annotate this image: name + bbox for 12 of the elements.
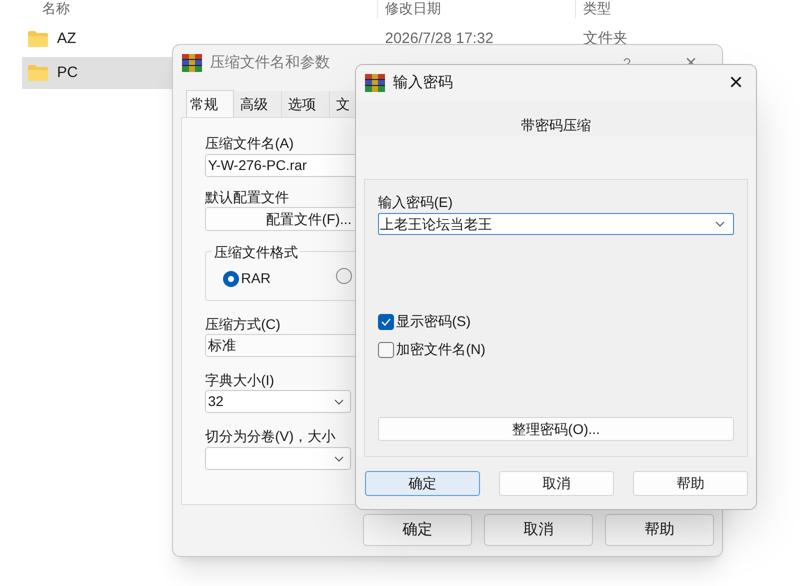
- file-name: AZ: [57, 28, 76, 49]
- field-label: 输入密码(E): [378, 193, 453, 211]
- dialog-heading: 带密码压缩: [521, 116, 591, 135]
- window-title: 输入密码: [393, 72, 453, 93]
- file-name: PC: [57, 62, 78, 83]
- window-title: 压缩文件名和参数: [210, 52, 330, 73]
- field-label: 字典大小(I): [205, 371, 274, 389]
- field-label: 切分为分卷(V)，大小: [205, 427, 336, 445]
- modified-date: 2026/7/28 17:32: [385, 28, 494, 49]
- field-label: 压缩方式(C): [205, 315, 280, 333]
- field-label: 默认配置文件: [205, 188, 289, 206]
- field-label: 压缩文件名(A): [205, 134, 294, 152]
